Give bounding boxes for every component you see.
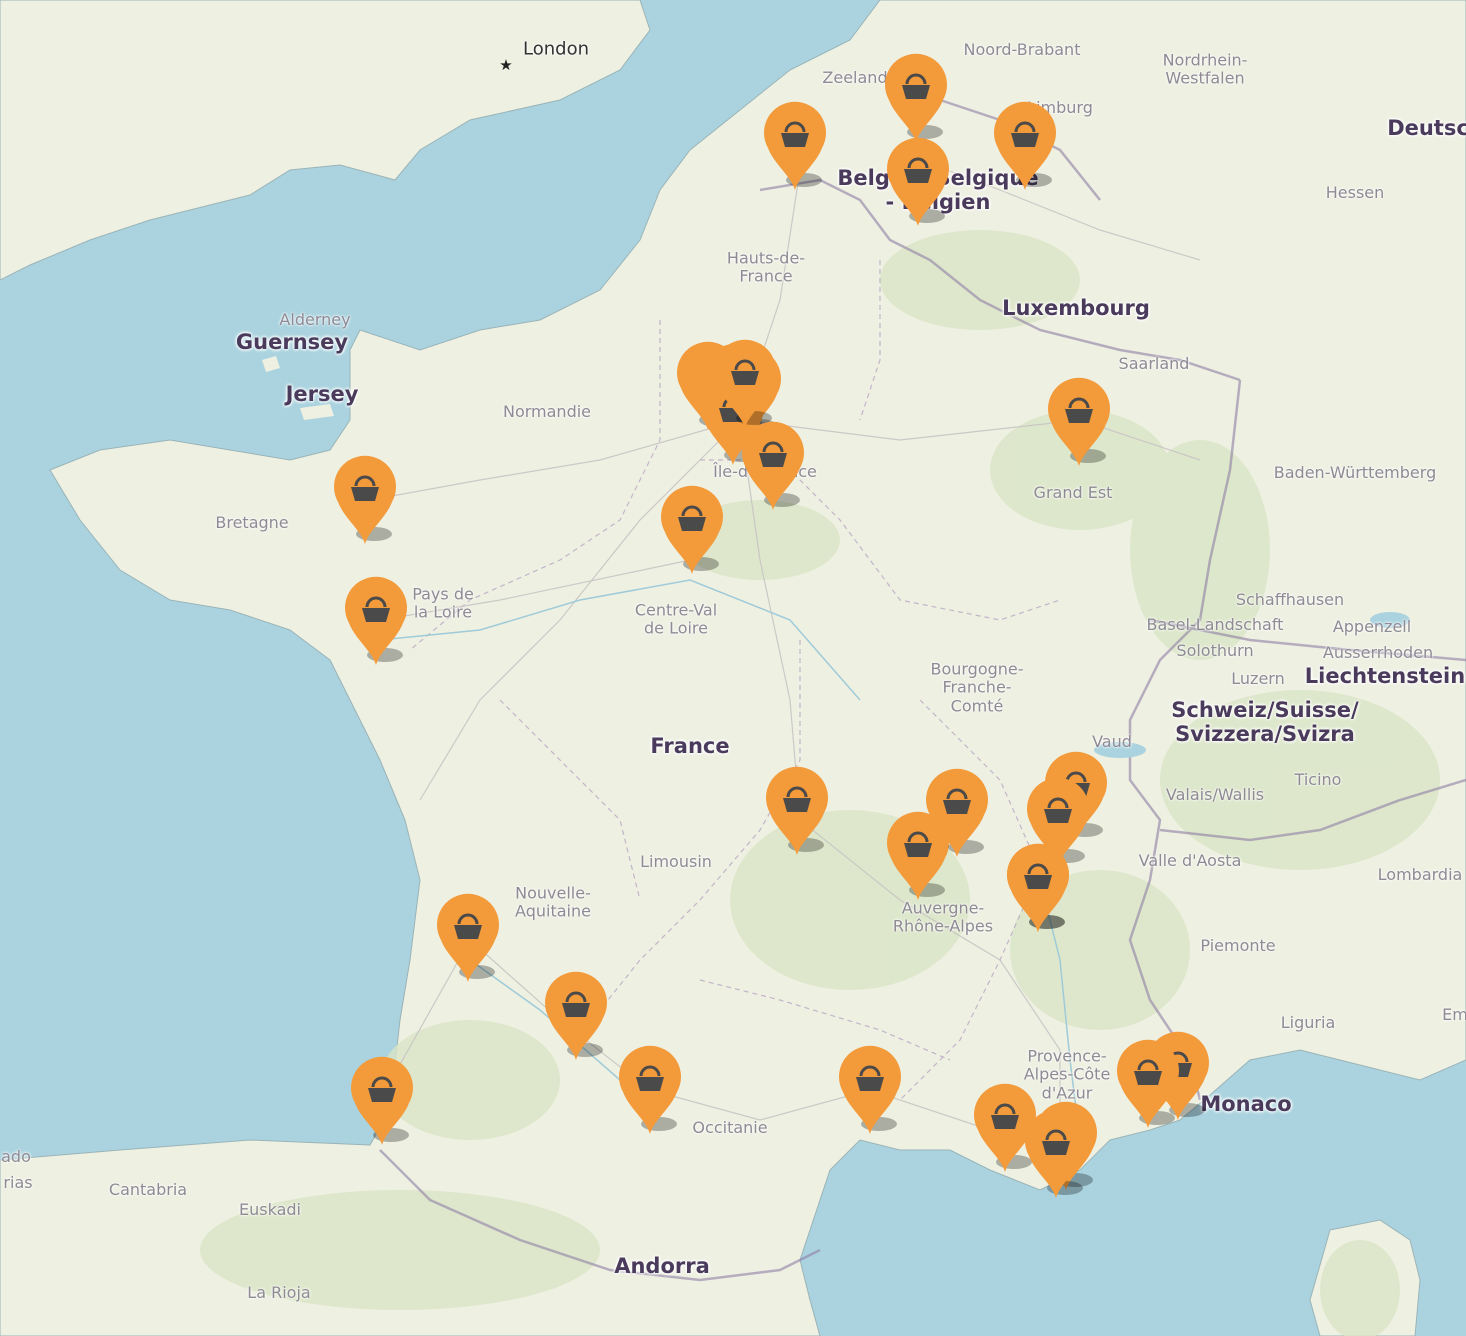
map-marker-bordeaux[interactable] bbox=[437, 893, 499, 982]
map-label-noord-brabant: Noord-Brabant bbox=[963, 39, 1081, 59]
map-label-occitanie: Occitanie bbox=[692, 1117, 768, 1137]
map-label-hauts-de-france: Hauts-de- France bbox=[726, 248, 806, 286]
map-label-auvergne: Auvergne- Rhône-Alpes bbox=[892, 898, 994, 936]
map-label-zeeland: Zeeland bbox=[822, 67, 888, 87]
map-label-schaffhausen: Schaffhausen bbox=[1235, 589, 1345, 609]
map-label-schweiz: Schweiz/Suisse/Svizzera/Svizra bbox=[1171, 697, 1359, 746]
capital-star-icon: ★ bbox=[499, 56, 513, 74]
map-label-lombardia: Lombardia bbox=[1377, 864, 1463, 884]
map-label-cantabria: Cantabria bbox=[108, 1179, 188, 1199]
map-marker-metz[interactable] bbox=[1048, 377, 1110, 466]
map-label-andorra: Andorra bbox=[614, 1253, 710, 1278]
map-label-valais: Valais/Wallis bbox=[1165, 784, 1265, 804]
map-label-limousin: Limousin bbox=[640, 851, 712, 871]
map-label-alderney: Alderney bbox=[279, 309, 351, 329]
map-label-liechtenstein: Liechtenstein bbox=[1304, 663, 1466, 688]
map-marker-melun[interactable] bbox=[742, 421, 804, 510]
map-label-centre-val-de-loire: Centre-Val de Loire bbox=[634, 600, 718, 638]
map-label-deutschland: Deutsc bbox=[1387, 115, 1466, 140]
map-label-provence: Provence- Alpes-Côte d'Azur bbox=[1023, 1046, 1111, 1103]
map-marker-bruxelles[interactable] bbox=[887, 137, 949, 226]
map-label-baden: Baden-Württemberg bbox=[1273, 462, 1437, 482]
map-label-em: Em bbox=[1442, 1004, 1466, 1024]
map-label-jersey: Jersey bbox=[285, 381, 359, 406]
map-marker-lyon-2[interactable] bbox=[926, 768, 988, 857]
map-label-appenzell: Appenzell bbox=[1332, 616, 1412, 636]
map-marker-bayonne[interactable] bbox=[351, 1056, 413, 1145]
map-marker-vichy[interactable] bbox=[766, 766, 828, 855]
map-marker-antwerpen[interactable] bbox=[885, 53, 947, 142]
map-marker-orleans[interactable] bbox=[661, 485, 723, 574]
map-label-nouvelle-aquitaine: Nouvelle- Aquitaine bbox=[515, 883, 591, 921]
map-label-luzern: Luzern bbox=[1231, 668, 1285, 688]
map-marker-toulouse[interactable] bbox=[619, 1045, 681, 1134]
map-marker-toulon-2[interactable] bbox=[1025, 1109, 1087, 1198]
map-label-london: London bbox=[523, 38, 589, 60]
map-label-la-rioja: La Rioja bbox=[247, 1282, 311, 1302]
map-label-bretagne: Bretagne bbox=[215, 512, 289, 532]
map-label-ticino: Ticino bbox=[1294, 769, 1342, 789]
map-label-hessen: Hessen bbox=[1325, 182, 1385, 202]
map-marker-nice-2[interactable] bbox=[1117, 1039, 1179, 1128]
map-label-france: France bbox=[650, 733, 730, 758]
map-label-monaco: Monaco bbox=[1200, 1091, 1292, 1116]
map-label-rias: rias bbox=[3, 1172, 33, 1192]
map-label-bourgogne: Bourgogne- Franche- Comté bbox=[930, 659, 1024, 716]
map-label-solothurn: Solothurn bbox=[1176, 640, 1254, 660]
map-marker-agen[interactable] bbox=[545, 971, 607, 1060]
map-label-piemonte: Piemonte bbox=[1200, 935, 1276, 955]
map-marker-lille[interactable] bbox=[764, 101, 826, 190]
map-label-luxembourg: Luxembourg bbox=[1002, 295, 1150, 320]
map-marker-paris-6[interactable] bbox=[714, 339, 776, 428]
map-label-euskadi: Euskadi bbox=[239, 1199, 301, 1219]
map-label-nordrhein: Nordrhein- Westfalen bbox=[1162, 50, 1248, 88]
map-marker-liege[interactable] bbox=[994, 101, 1056, 190]
map-label-ausserrhoden: Ausserrhoden bbox=[1322, 642, 1434, 662]
map-label-liguria: Liguria bbox=[1280, 1012, 1336, 1032]
map-label-vaud: Vaud bbox=[1092, 731, 1132, 751]
map-label-normandie: Normandie bbox=[502, 401, 592, 421]
map-marker-nantes[interactable] bbox=[345, 576, 407, 665]
map[interactable]: London Noord-Brabant Zeeland Nordrhein- West… bbox=[0, 0, 1466, 1336]
map-label-basel: Basel-Landschaft bbox=[1146, 614, 1284, 634]
map-label-valle-daosta: Valle d'Aosta bbox=[1138, 850, 1242, 870]
map-marker-grenoble[interactable] bbox=[1007, 843, 1069, 932]
map-marker-rennes[interactable] bbox=[334, 455, 396, 544]
map-label-saarland: Saarland bbox=[1118, 353, 1190, 373]
map-label-ado: ado bbox=[1, 1146, 31, 1166]
map-label-grand-est: Grand Est bbox=[1033, 482, 1113, 502]
map-marker-montpellier[interactable] bbox=[839, 1045, 901, 1134]
map-label-guernsey: Guernsey bbox=[235, 329, 349, 354]
map-label-pays-de-la-loire: Pays de la Loire bbox=[412, 584, 474, 622]
